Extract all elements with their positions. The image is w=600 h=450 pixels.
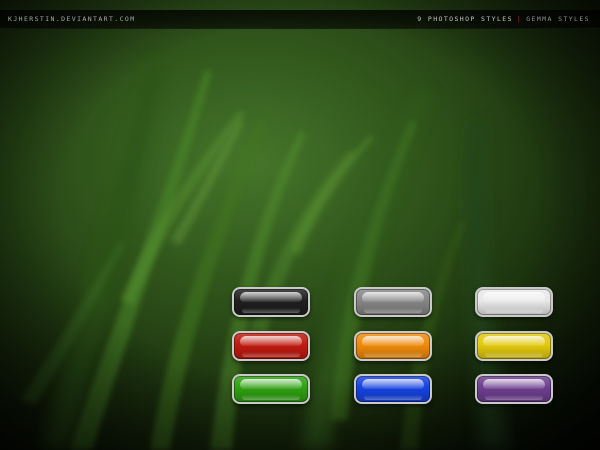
style-button-white[interactable] bbox=[475, 287, 553, 317]
style-button-grey[interactable] bbox=[354, 287, 432, 317]
style-button-red[interactable] bbox=[232, 331, 310, 361]
style-button-yellow[interactable] bbox=[475, 331, 553, 361]
style-pack-title: 9 photoshop styles | gemma styles bbox=[417, 10, 590, 28]
site-url: kjherstin.deviantart.com bbox=[8, 15, 136, 23]
style-button-black[interactable] bbox=[232, 287, 310, 317]
style-button-blue[interactable] bbox=[354, 374, 432, 404]
style-button-green[interactable] bbox=[232, 374, 310, 404]
style-button-orange[interactable] bbox=[354, 331, 432, 361]
style-button-purple[interactable] bbox=[475, 374, 553, 404]
title-secondary: gemma styles bbox=[526, 15, 590, 23]
title-separator: | bbox=[516, 15, 523, 23]
title-primary: 9 photoshop styles bbox=[417, 15, 513, 23]
top-bar: kjherstin.deviantart.com 9 photoshop sty… bbox=[0, 10, 600, 29]
style-preview-scene: kjherstin.deviantart.com 9 photoshop sty… bbox=[0, 0, 600, 450]
